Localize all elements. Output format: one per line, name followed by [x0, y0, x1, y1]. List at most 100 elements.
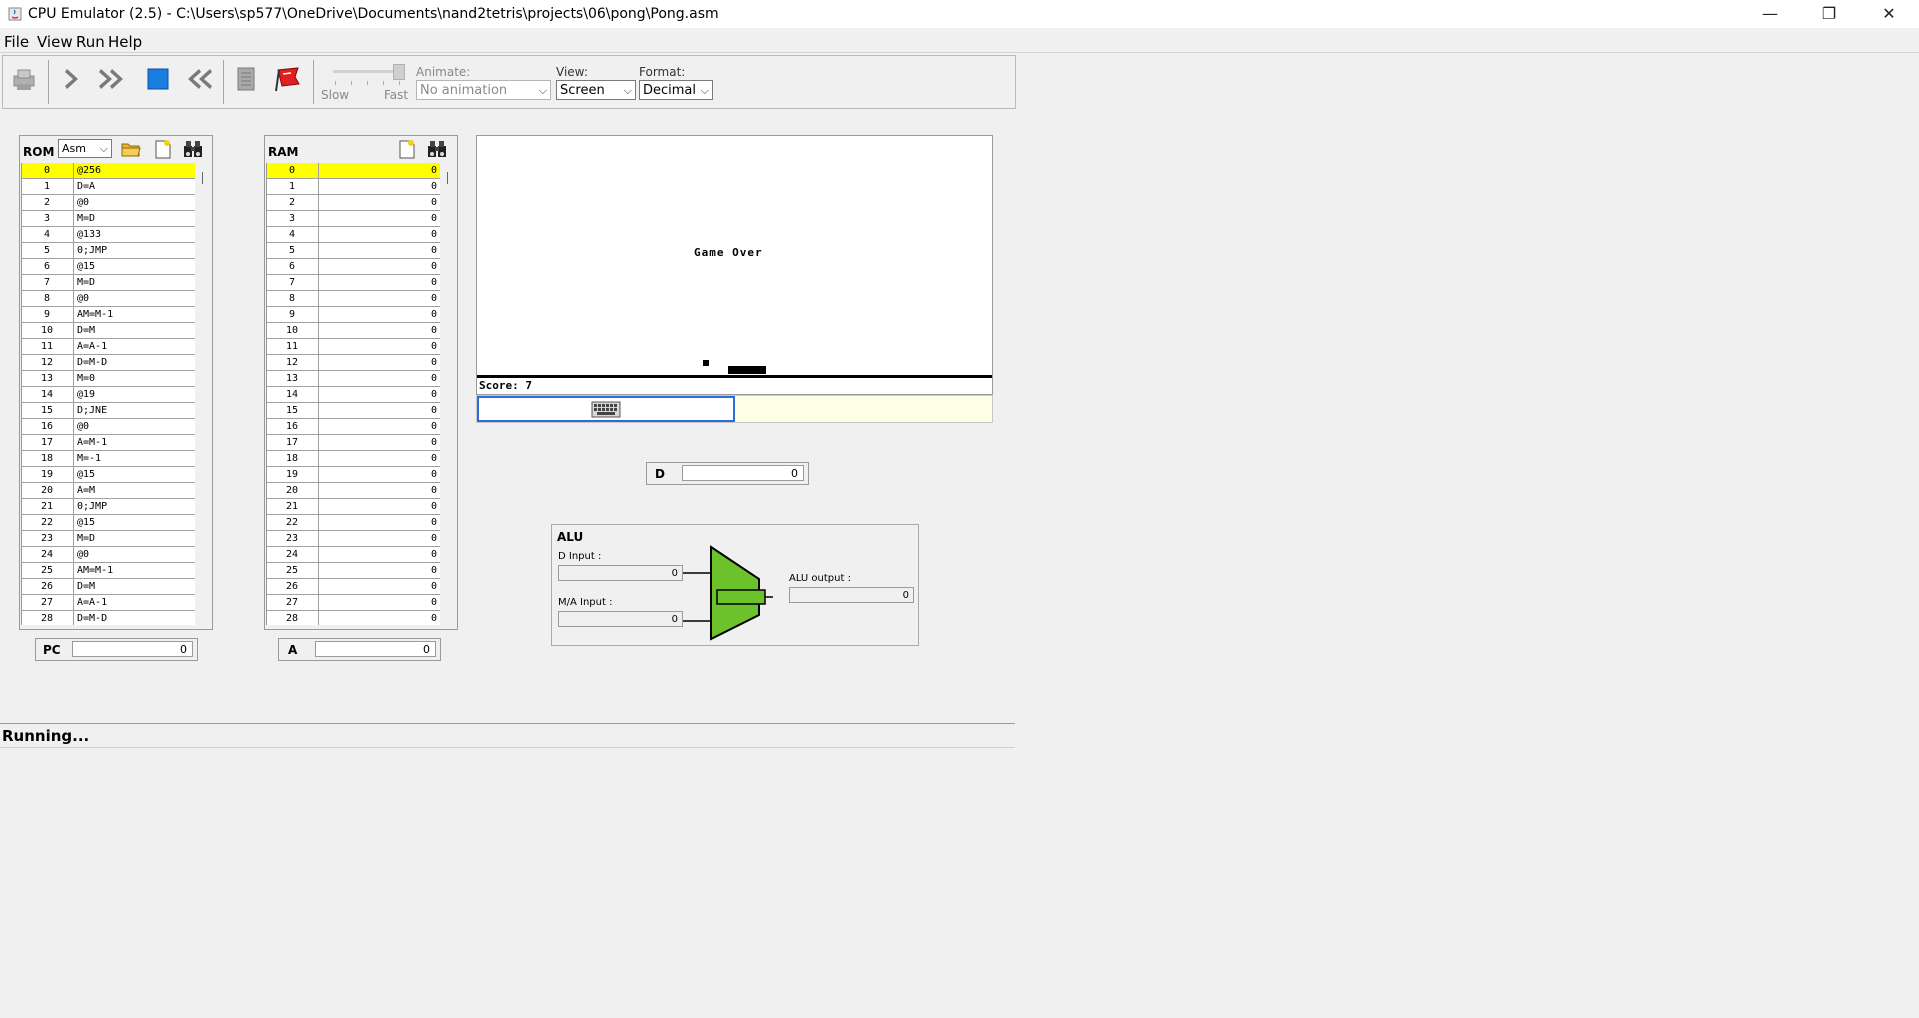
rom-row[interactable]: 25 AM=M-1 [22, 563, 195, 579]
ram-row[interactable]: 23 0 [267, 531, 440, 547]
ram-row[interactable]: 14 0 [267, 387, 440, 403]
rom-address: 13 [40, 373, 54, 384]
rom-row[interactable]: 18 M=-1 [22, 451, 195, 467]
binoculars-icon[interactable] [182, 138, 204, 160]
run-icon[interactable] [98, 64, 128, 94]
view-label: View: [556, 65, 588, 79]
ram-row[interactable]: 21 0 [267, 499, 440, 515]
ram-row[interactable]: 40 [267, 227, 440, 243]
ram-row[interactable]: 20 0 [267, 483, 440, 499]
ram-row[interactable]: 00 [267, 163, 440, 179]
alu-output-label: ALU output : [789, 573, 851, 584]
rom-row[interactable]: 6 @15 [22, 259, 195, 275]
rom-row[interactable]: 1 D=A [22, 179, 195, 195]
ram-row[interactable]: 18 0 [267, 451, 440, 467]
score-text: Score: 7 [479, 379, 532, 392]
ram-row[interactable]: 27 0 [267, 595, 440, 611]
rom-row[interactable]: 24 @0 [22, 547, 195, 563]
ram-address: 1 [288, 181, 296, 192]
rom-row[interactable]: 15 D;JNE [22, 403, 195, 419]
menu-file[interactable]: File [4, 33, 29, 51]
breakpoints-flag-icon[interactable] [273, 64, 303, 94]
close-button[interactable]: ✕ [1866, 0, 1912, 28]
new-file-icon[interactable] [152, 138, 174, 160]
maximize-button[interactable]: ❐ [1806, 0, 1852, 28]
rom-row[interactable]: 13 M=0 [22, 371, 195, 387]
toolbar: Slow Fast Animate: No animation ⌵ View: … [2, 55, 1016, 109]
binoculars-icon[interactable] [426, 138, 448, 160]
view-select[interactable]: Screen ⌵ [556, 80, 636, 100]
rom-row[interactable]: 8 @0 [22, 291, 195, 307]
ram-row[interactable]: 25 0 [267, 563, 440, 579]
ram-row[interactable]: 12 0 [267, 355, 440, 371]
ram-row[interactable]: 10 [267, 179, 440, 195]
rom-row[interactable]: 3 M=D [22, 211, 195, 227]
ram-row[interactable]: 11 0 [267, 339, 440, 355]
title-bar: CPU Emulator (2.5) - C:\Users\sp577\OneD… [0, 0, 1919, 28]
single-step-icon[interactable] [58, 64, 88, 94]
rom-row[interactable]: 11 A=A-1 [22, 339, 195, 355]
rom-row[interactable]: 22 @15 [22, 515, 195, 531]
rom-row[interactable]: 14 @19 [22, 387, 195, 403]
ram-row[interactable]: 80 [267, 291, 440, 307]
rom-instruction: D;JNE [73, 403, 195, 418]
rom-row[interactable]: 17 A=M-1 [22, 435, 195, 451]
ram-row[interactable]: 10 0 [267, 323, 440, 339]
rom-row[interactable]: 12 D=M-D [22, 355, 195, 371]
rom-scrollbar[interactable] [198, 163, 210, 625]
menu-run[interactable]: Run [76, 33, 105, 51]
menu-help[interactable]: Help [108, 33, 142, 51]
pc-value-field[interactable]: 0 [72, 641, 193, 657]
new-file-icon[interactable] [396, 138, 418, 160]
rom-row[interactable]: 19 @15 [22, 467, 195, 483]
ram-row[interactable]: 16 0 [267, 419, 440, 435]
reset-icon[interactable] [183, 64, 213, 94]
speed-slider[interactable] [333, 64, 405, 86]
stop-icon[interactable] [143, 64, 173, 94]
ram-row[interactable]: 28 0 [267, 611, 440, 625]
rom-row[interactable]: 21 0;JMP [22, 499, 195, 515]
ram-scrollbar[interactable] [443, 163, 455, 625]
ram-value: 0 [318, 611, 440, 625]
ram-row[interactable]: 13 0 [267, 371, 440, 387]
ram-row[interactable]: 20 [267, 195, 440, 211]
rom-row[interactable]: 27 A=A-1 [22, 595, 195, 611]
rom-row[interactable]: 5 0;JMP [22, 243, 195, 259]
keyboard-focus-button[interactable] [477, 396, 735, 422]
a-value-field[interactable]: 0 [315, 641, 436, 657]
rom-row[interactable]: 28 D=M-D [22, 611, 195, 625]
rom-row[interactable]: 23 M=D [22, 531, 195, 547]
ram-row[interactable]: 70 [267, 275, 440, 291]
rom-row[interactable]: 16 @0 [22, 419, 195, 435]
script-icon[interactable] [231, 64, 261, 94]
rom-instruction: D=M-D [73, 611, 195, 625]
rom-row[interactable]: 20 A=M [22, 483, 195, 499]
menu-view[interactable]: View [37, 33, 73, 51]
ram-row[interactable]: 19 0 [267, 467, 440, 483]
rom-row[interactable]: 7 M=D [22, 275, 195, 291]
open-folder-icon[interactable] [120, 138, 142, 160]
animate-select[interactable]: No animation ⌵ [416, 80, 551, 100]
d-value-field[interactable]: 0 [682, 465, 804, 481]
ram-row[interactable]: 50 [267, 243, 440, 259]
ram-row[interactable]: 60 [267, 259, 440, 275]
rom-row[interactable]: 0 @256 [22, 163, 195, 179]
rom-format-select[interactable]: Asm ⌵ [58, 139, 112, 158]
ram-row[interactable]: 26 0 [267, 579, 440, 595]
rom-row[interactable]: 10 D=M [22, 323, 195, 339]
ram-row[interactable]: 15 0 [267, 403, 440, 419]
rom-row[interactable]: 4 @133 [22, 227, 195, 243]
ram-row[interactable]: 24 0 [267, 547, 440, 563]
ram-value: 0 [318, 339, 440, 354]
ram-row[interactable]: 90 [267, 307, 440, 323]
rom-row[interactable]: 2 @0 [22, 195, 195, 211]
ram-row[interactable]: 22 0 [267, 515, 440, 531]
ram-row[interactable]: 17 0 [267, 435, 440, 451]
load-program-icon[interactable] [9, 64, 39, 94]
minimize-button[interactable]: — [1747, 0, 1793, 28]
ram-address: 19 [285, 469, 299, 480]
rom-row[interactable]: 26 D=M [22, 579, 195, 595]
rom-row[interactable]: 9 AM=M-1 [22, 307, 195, 323]
format-select[interactable]: Decimal ⌵ [639, 80, 713, 100]
ram-row[interactable]: 30 [267, 211, 440, 227]
